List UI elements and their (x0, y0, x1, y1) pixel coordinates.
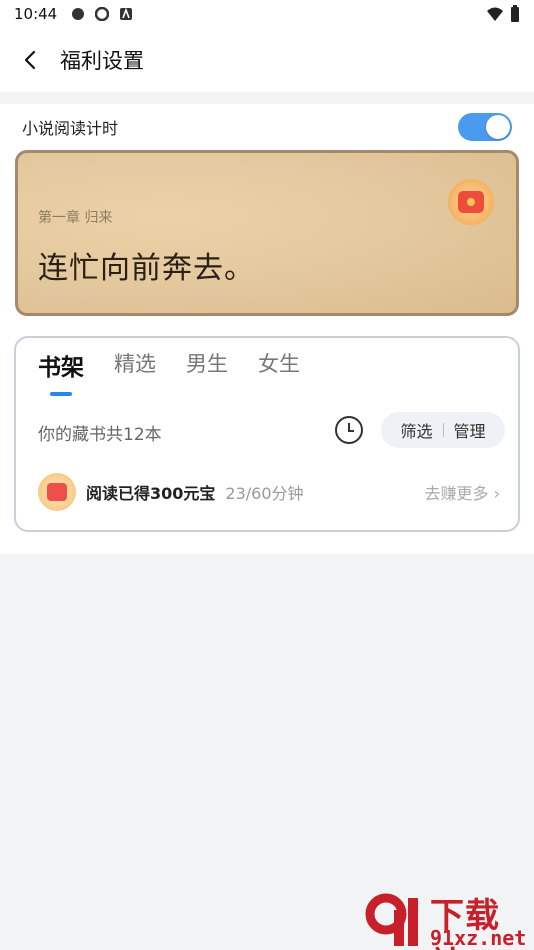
reading-preview-card: 第一章 归来 连忙向前奔去。 (15, 150, 519, 316)
reward-row[interactable]: 阅读已得300元宝 23/60分钟 去赚更多 › (38, 472, 500, 512)
reading-timer-row: 小说阅读计时 (0, 104, 534, 150)
red-envelope-icon (38, 473, 76, 511)
settings-panel: 小说阅读计时 第一章 归来 连忙向前奔去。 书架 精选 男生 女生 你的藏书共1… (0, 104, 534, 554)
filter-button[interactable]: 筛选 (390, 418, 442, 442)
reading-timer-label: 小说阅读计时 (22, 119, 119, 138)
red-envelope-coin-icon[interactable] (448, 179, 494, 225)
status-system-icons (486, 5, 520, 23)
page-title: 福利设置 (60, 49, 144, 73)
filter-manage-pill: 筛选 管理 (381, 412, 505, 448)
back-button[interactable] (0, 28, 60, 92)
clock-icon[interactable] (335, 416, 363, 444)
tab-male[interactable]: 男生 (186, 348, 228, 396)
battery-icon (511, 5, 519, 22)
sync-notification-icon (95, 7, 110, 21)
chevron-left-icon (24, 50, 36, 70)
toggle-knob (486, 115, 510, 139)
wifi-icon (487, 7, 503, 21)
earn-more-link[interactable]: 去赚更多 › (425, 480, 501, 504)
reading-timer-toggle[interactable] (458, 113, 512, 141)
chapter-title: 第一章 归来 (38, 210, 113, 226)
tab-bookshelf[interactable]: 书架 (38, 348, 84, 396)
site-watermark: 下载站 91xz.net (362, 888, 534, 950)
reward-title: 阅读已得300元宝 (86, 484, 216, 503)
tab-female[interactable]: 女生 (258, 348, 300, 396)
app-header: 福利设置 (0, 28, 534, 92)
tab-featured[interactable]: 精选 (114, 348, 156, 396)
status-notification-icons (71, 7, 133, 21)
watermark-domain: 91xz.net (430, 926, 527, 950)
status-time: 10:44 (14, 5, 58, 23)
shelf-tabs: 书架 精选 男生 女生 (38, 348, 300, 396)
a-notification-icon (120, 7, 133, 20)
preview-text: 连忙向前奔去。 (38, 251, 255, 286)
app-notification-icon (72, 8, 85, 20)
bookshelf-card: 书架 精选 男生 女生 你的藏书共12本 筛选 管理 阅读已得300元宝 23/… (14, 336, 520, 532)
status-bar: 10:44 (0, 0, 534, 28)
manage-button[interactable]: 管理 (444, 418, 496, 442)
reward-progress: 23/60分钟 (225, 484, 304, 503)
book-count-label: 你的藏书共12本 (38, 425, 162, 445)
watermark-logo-icon (365, 893, 418, 946)
